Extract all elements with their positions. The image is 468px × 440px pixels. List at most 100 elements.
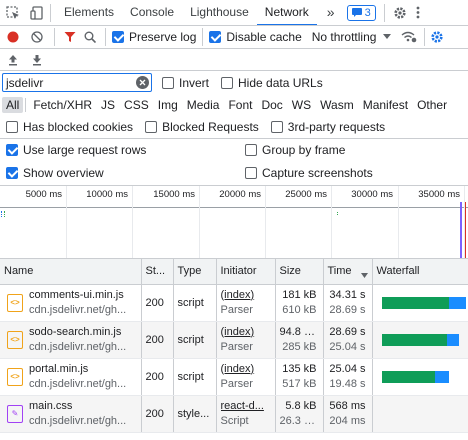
cell-name[interactable]: <> portal.min.js cdn.jsdelivr.net/gh... [0, 358, 142, 396]
chevron-down-icon[interactable] [376, 26, 398, 48]
device-toolbar-icon[interactable] [26, 0, 48, 25]
type-filter-ws[interactable]: WS [288, 97, 315, 113]
invert-checkbox[interactable] [162, 76, 174, 89]
table-row[interactable]: <> portal.min.js cdn.jsdelivr.net/gh... … [0, 358, 468, 396]
initiator-link[interactable]: (index) [221, 288, 275, 303]
type-filter-other[interactable]: Other [413, 97, 451, 113]
capture-screenshots-label: Capture screenshots [262, 166, 373, 180]
message-icon [351, 8, 362, 18]
filter-input-box[interactable]: jsdelivr [2, 73, 152, 92]
table-header: Name St... Type Initiator Size Time Wate… [0, 259, 468, 285]
tab-lighthouse[interactable]: Lighthouse [182, 0, 257, 25]
settings-gear-icon[interactable] [391, 0, 409, 25]
cell-status: 200 [141, 321, 174, 359]
waterfall-waiting [382, 333, 448, 346]
type-filter-wasm[interactable]: Wasm [316, 97, 358, 113]
capture-screenshots-checkbox[interactable] [245, 167, 257, 179]
type-filter-manifest[interactable]: Manifest [359, 97, 412, 113]
network-conditions-icon[interactable] [398, 26, 420, 48]
more-tabs-button[interactable]: » [317, 0, 345, 25]
type-filter-all[interactable]: All [2, 96, 24, 113]
network-settings-gear-icon[interactable] [429, 26, 445, 48]
settings-row-1: Use large request rows Group by frame [0, 139, 468, 161]
column-name[interactable]: Name [0, 259, 142, 285]
table-row[interactable]: <> sodo-search.min.js cdn.jsdelivr.net/g… [0, 321, 468, 359]
initiator-link[interactable]: (index) [221, 325, 275, 340]
search-icon[interactable] [79, 26, 101, 48]
invert-label: Invert [179, 75, 210, 90]
large-rows-checkbox[interactable] [6, 144, 18, 156]
type-filter-font[interactable]: Font [224, 97, 256, 113]
filter-icon[interactable] [61, 26, 79, 48]
has-blocked-cookies-checkbox[interactable] [6, 120, 18, 133]
clear-icon[interactable] [26, 26, 48, 48]
table-row[interactable]: ✎ main.css cdn.jsdelivr.net/gh... 200 st… [0, 395, 468, 433]
type-filter-doc[interactable]: Doc [257, 97, 286, 113]
devtools-tabbar: Elements Console Lighthouse Network » 3 [0, 0, 468, 26]
request-name: main.css [29, 399, 73, 412]
column-waterfall[interactable]: Waterfall [372, 259, 468, 285]
group-by-frame-checkbox[interactable] [245, 144, 257, 156]
cell-initiator[interactable]: (index) Parser [216, 321, 276, 359]
type-filter-media[interactable]: Media [183, 97, 224, 113]
preserve-log-checkbox[interactable] [112, 31, 124, 43]
overview-tick-label: 35000 ms [418, 189, 460, 200]
script-file-icon: <> [7, 293, 23, 312]
blocked-requests-checkbox[interactable] [145, 120, 158, 133]
third-party-checkbox[interactable] [270, 120, 283, 133]
sort-descending-icon [360, 269, 368, 281]
cell-time: 28.69 s 25.04 s [323, 321, 373, 359]
request-domain: cdn.jsdelivr.net/gh... [29, 414, 127, 427]
hide-data-urls-label: Hide data URLs [238, 75, 323, 90]
more-options-icon[interactable] [409, 0, 427, 25]
type-filter-img[interactable]: Img [154, 97, 182, 113]
resource-size: 517 kB [282, 377, 317, 390]
table-row[interactable]: <> comments-ui.min.js cdn.jsdelivr.net/g… [0, 284, 468, 322]
tab-console[interactable]: Console [122, 0, 182, 25]
cell-initiator[interactable]: (index) Parser [216, 358, 276, 396]
inspect-element-icon[interactable] [0, 0, 26, 25]
waterfall-download [448, 296, 467, 309]
disable-cache-checkbox[interactable] [209, 31, 222, 43]
initiator-link[interactable]: react-d... [221, 399, 275, 414]
column-initiator[interactable]: Initiator [216, 259, 276, 285]
throttling-select[interactable]: No throttling [312, 30, 377, 44]
column-size[interactable]: Size [275, 259, 324, 285]
column-type[interactable]: Type [173, 259, 217, 285]
tab-elements[interactable]: Elements [56, 0, 122, 25]
type-filter-css[interactable]: CSS [120, 97, 153, 113]
cell-status: 200 [141, 284, 174, 322]
latency-time: 25.04 s [329, 340, 366, 353]
cell-name[interactable]: ✎ main.css cdn.jsdelivr.net/gh... [0, 395, 142, 433]
export-har-icon[interactable] [26, 49, 48, 70]
initiator-kind: Parser [220, 340, 253, 353]
cell-name[interactable]: <> sodo-search.min.js cdn.jsdelivr.net/g… [0, 321, 142, 359]
cell-initiator[interactable]: react-d... Script [216, 395, 276, 433]
hide-data-urls-checkbox[interactable] [221, 76, 234, 89]
disable-cache-label: Disable cache [226, 30, 302, 44]
filter-input[interactable]: jsdelivr [6, 76, 43, 90]
total-time: 25.04 s [329, 362, 366, 375]
import-har-icon[interactable] [0, 49, 26, 70]
transfer-size: 5.8 kB [285, 399, 317, 412]
type-filter-js[interactable]: JS [97, 97, 119, 113]
overview-tick-label: 25000 ms [285, 189, 327, 200]
blocked-requests-label: Blocked Requests [162, 119, 259, 134]
show-overview-checkbox[interactable] [6, 167, 18, 179]
record-icon[interactable] [0, 26, 26, 48]
column-time[interactable]: Time [323, 259, 373, 285]
type-filter-fetch-xhr[interactable]: Fetch/XHR [29, 97, 96, 113]
initiator-kind: Parser [220, 303, 253, 316]
overview-dots-mid [337, 212, 340, 215]
clear-filter-icon[interactable] [136, 76, 149, 89]
waterfall-waiting [382, 370, 435, 383]
resource-size: 285 kB [282, 340, 317, 353]
initiator-link[interactable]: (index) [221, 362, 275, 377]
script-file-icon: <> [7, 330, 23, 349]
cell-name[interactable]: <> comments-ui.min.js cdn.jsdelivr.net/g… [0, 284, 142, 322]
issues-badge[interactable]: 3 [346, 4, 376, 21]
tab-network[interactable]: Network [256, 0, 317, 26]
column-status[interactable]: St... [141, 259, 174, 285]
cell-initiator[interactable]: (index) Parser [216, 284, 276, 322]
cell-time: 34.31 s 28.69 s [323, 284, 373, 322]
